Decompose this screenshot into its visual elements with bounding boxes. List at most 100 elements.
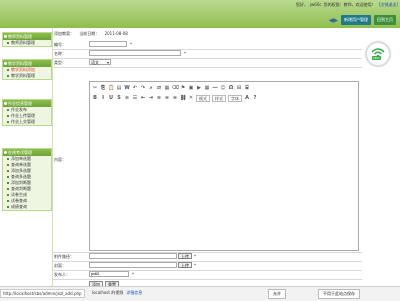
align-left-icon[interactable]: ≡ — [156, 95, 162, 101]
image-icon[interactable]: ▣ — [188, 85, 194, 91]
logout-link[interactable]: [注销退出] — [379, 2, 398, 7]
strike-icon[interactable]: S — [116, 95, 122, 101]
number-input[interactable] — [89, 41, 127, 47]
notification-bar: http://localhost/sbs/admin/jxzl_add.php … — [0, 286, 400, 301]
indent-icon[interactable]: ⇥ — [148, 95, 154, 101]
required-mark: * — [130, 42, 132, 47]
select-all-icon[interactable]: ▦ — [164, 85, 170, 91]
username: jw60c — [309, 2, 322, 7]
name-input[interactable] — [89, 50, 181, 56]
sidebar: 教师资料管理 教师资料管理 教学资料管理 教学资料添加 教学资料管理 作业信息管… — [0, 28, 53, 300]
tab-home[interactable]: 回到主页 — [374, 15, 396, 25]
required-mark: * — [184, 51, 186, 56]
upload-cover-button[interactable]: 上传 — [178, 262, 192, 268]
rich-text-editor[interactable]: ✂ ⎘ 📋 ▤ W ↶ ↷ ⌕ ⇄ ▦ ⌫ ⚑ ▣ ▶ ▦ ― ☺ Ω ⊟ ⌸ BIUS ≡ ☰ ⇤ ⇥ ≡ ≡ ≡ ⛓ ✕… — [89, 81, 359, 251]
text-color-icon[interactable]: A — [244, 95, 250, 101]
anchor-icon[interactable]: ⚑ — [180, 85, 186, 91]
remove-format-icon[interactable]: ⌫ — [172, 85, 179, 91]
sidebar-item[interactable]: 作业上交管理 — [3, 119, 51, 125]
category-select[interactable]: 语文 ▾ — [89, 59, 111, 65]
bullet-list-icon[interactable]: ☰ — [132, 95, 138, 101]
menu-teaching-material: 教学资料管理 教学资料添加 教学资料管理 — [2, 59, 52, 80]
sidebar-item[interactable]: 教师资料管理 — [3, 40, 51, 46]
name-label: 名称： — [54, 51, 66, 56]
smiley-icon[interactable]: ☺ — [220, 85, 226, 91]
collapse-arrow-icon[interactable]: ◀▶ — [329, 17, 338, 24]
allow-button[interactable]: 允许 — [268, 289, 286, 299]
required-mark: * — [194, 254, 196, 259]
date-label: 当前日期： — [79, 31, 100, 36]
special-char-icon[interactable]: Ω — [228, 85, 234, 91]
undo-icon[interactable]: ↶ — [132, 85, 138, 91]
menu-online-exam: 在线考试管理 添加单选题 查询单选题 添加多选题 查询多选题 添加判断题 查询判… — [2, 148, 52, 211]
welcome-prefix: 您好， — [295, 2, 308, 7]
attachment-label: 附件路径： — [54, 254, 74, 259]
breadcrumb: 添加教案： 当前日期： 2011-08-08 — [54, 31, 132, 37]
breadcrumb-label: 添加教案： — [54, 31, 74, 36]
paste-icon[interactable]: 📋 — [108, 85, 114, 91]
bold-icon[interactable]: B — [92, 95, 98, 101]
menu-head[interactable]: 在线考试管理 — [3, 149, 51, 156]
deny-button[interactable]: 不用于此站点保存 — [318, 289, 360, 299]
widget-badge: SMA — [372, 56, 381, 60]
editor-toolbar-1: ✂ ⎘ 📋 ▤ W ↶ ↷ ⌕ ⇄ ▦ ⌫ ⚑ ▣ ▶ ▦ ― ☺ Ω ⊟ ⌸ — [92, 84, 250, 92]
content-label: 内容： — [54, 157, 66, 162]
replace-icon[interactable]: ⇄ — [156, 85, 162, 91]
details-link[interactable]: 详细信息 — [126, 290, 142, 295]
help-icon[interactable]: ? — [252, 95, 258, 101]
number-label: 编号： — [54, 42, 66, 47]
category-value: 语文 — [91, 60, 99, 65]
hr-icon[interactable]: ― — [212, 85, 218, 91]
source-icon[interactable]: ⌸ — [244, 85, 250, 91]
underline-icon[interactable]: U — [108, 95, 114, 101]
ordered-list-icon[interactable]: ≡ — [124, 95, 130, 101]
menu-teacher-info: 教师资料管理 教师资料管理 — [2, 32, 52, 47]
required-mark: * — [194, 263, 196, 268]
unlink-icon[interactable]: ✕ — [188, 95, 194, 101]
date-value: 2011-08-08 — [104, 31, 128, 36]
floating-widget[interactable]: SMA — [366, 42, 390, 66]
menu-head[interactable]: 教师资料管理 — [3, 33, 51, 40]
editor-toolbar-2: BIUS ≡ ☰ ⇤ ⇥ ≡ ≡ ≡ ⛓ ✕ 格式 样式 字体 A? — [92, 94, 258, 102]
menu-homework: 作业信息管理 作业发布 作业上传管理 作业上交管理 — [2, 99, 52, 126]
paste-word-icon[interactable]: W — [124, 85, 130, 91]
italic-icon[interactable]: I — [100, 95, 106, 101]
find-icon[interactable]: ⌕ — [148, 85, 154, 91]
notification-message: localhost 的视频 详细信息 — [92, 290, 142, 296]
attachment-input[interactable] — [89, 253, 177, 259]
main-content: 添加教案： 当前日期： 2011-08-08 编号： * 名称： * 类型： 语… — [52, 28, 400, 300]
top-banner: 您好， jw60c 您的权限：教师，欢迎使用！ [注销退出] ◀▶ 新增用户管理 回… — [0, 0, 400, 28]
sidebar-item[interactable]: 成绩查询 — [3, 204, 51, 210]
pagebreak-icon[interactable]: ⊟ — [236, 85, 242, 91]
sidebar-item[interactable]: 教学资料管理 — [3, 73, 51, 79]
status-url: http://localhost/sbs/admin/jxzl_add.php — [0, 289, 85, 298]
copy-icon[interactable]: ⎘ — [100, 85, 106, 91]
cut-icon[interactable]: ✂ — [92, 85, 98, 91]
chevron-down-icon: ▾ — [106, 60, 109, 65]
paste-text-icon[interactable]: ▤ — [116, 85, 122, 91]
cover-input[interactable] — [89, 262, 177, 268]
author-input[interactable] — [89, 271, 129, 277]
format-select[interactable]: 格式 — [196, 94, 210, 102]
top-tabs: ◀▶ 新增用户管理 回到主页 — [329, 15, 396, 25]
font-select[interactable]: 字体 — [228, 94, 242, 102]
redo-icon[interactable]: ↷ — [140, 85, 146, 91]
outdent-icon[interactable]: ⇤ — [140, 95, 146, 101]
notification-text: localhost 的视频 — [92, 290, 124, 295]
flash-icon[interactable]: ▶ — [196, 85, 202, 91]
wifi-icon — [371, 48, 385, 58]
align-center-icon[interactable]: ≡ — [164, 95, 170, 101]
style-select[interactable]: 样式 — [212, 94, 226, 102]
required-mark: * — [132, 272, 134, 277]
author-label: 发布人： — [54, 272, 70, 277]
welcome-suffix: 您的权限：教师，欢迎使用！ — [323, 2, 376, 7]
category-label: 类型： — [54, 60, 66, 65]
tab-user-manage[interactable]: 新增用户管理 — [341, 15, 371, 25]
link-icon[interactable]: ⛓ — [180, 95, 186, 101]
align-right-icon[interactable]: ≡ — [172, 95, 178, 101]
upload-attachment-button[interactable]: 上传 — [178, 253, 192, 259]
table-icon[interactable]: ▦ — [204, 85, 210, 91]
menu-head[interactable]: 教学资料管理 — [3, 60, 51, 67]
menu-head[interactable]: 作业信息管理 — [3, 100, 51, 107]
welcome-text: 您好， jw60c 您的权限：教师，欢迎使用！ [注销退出] — [294, 2, 398, 8]
